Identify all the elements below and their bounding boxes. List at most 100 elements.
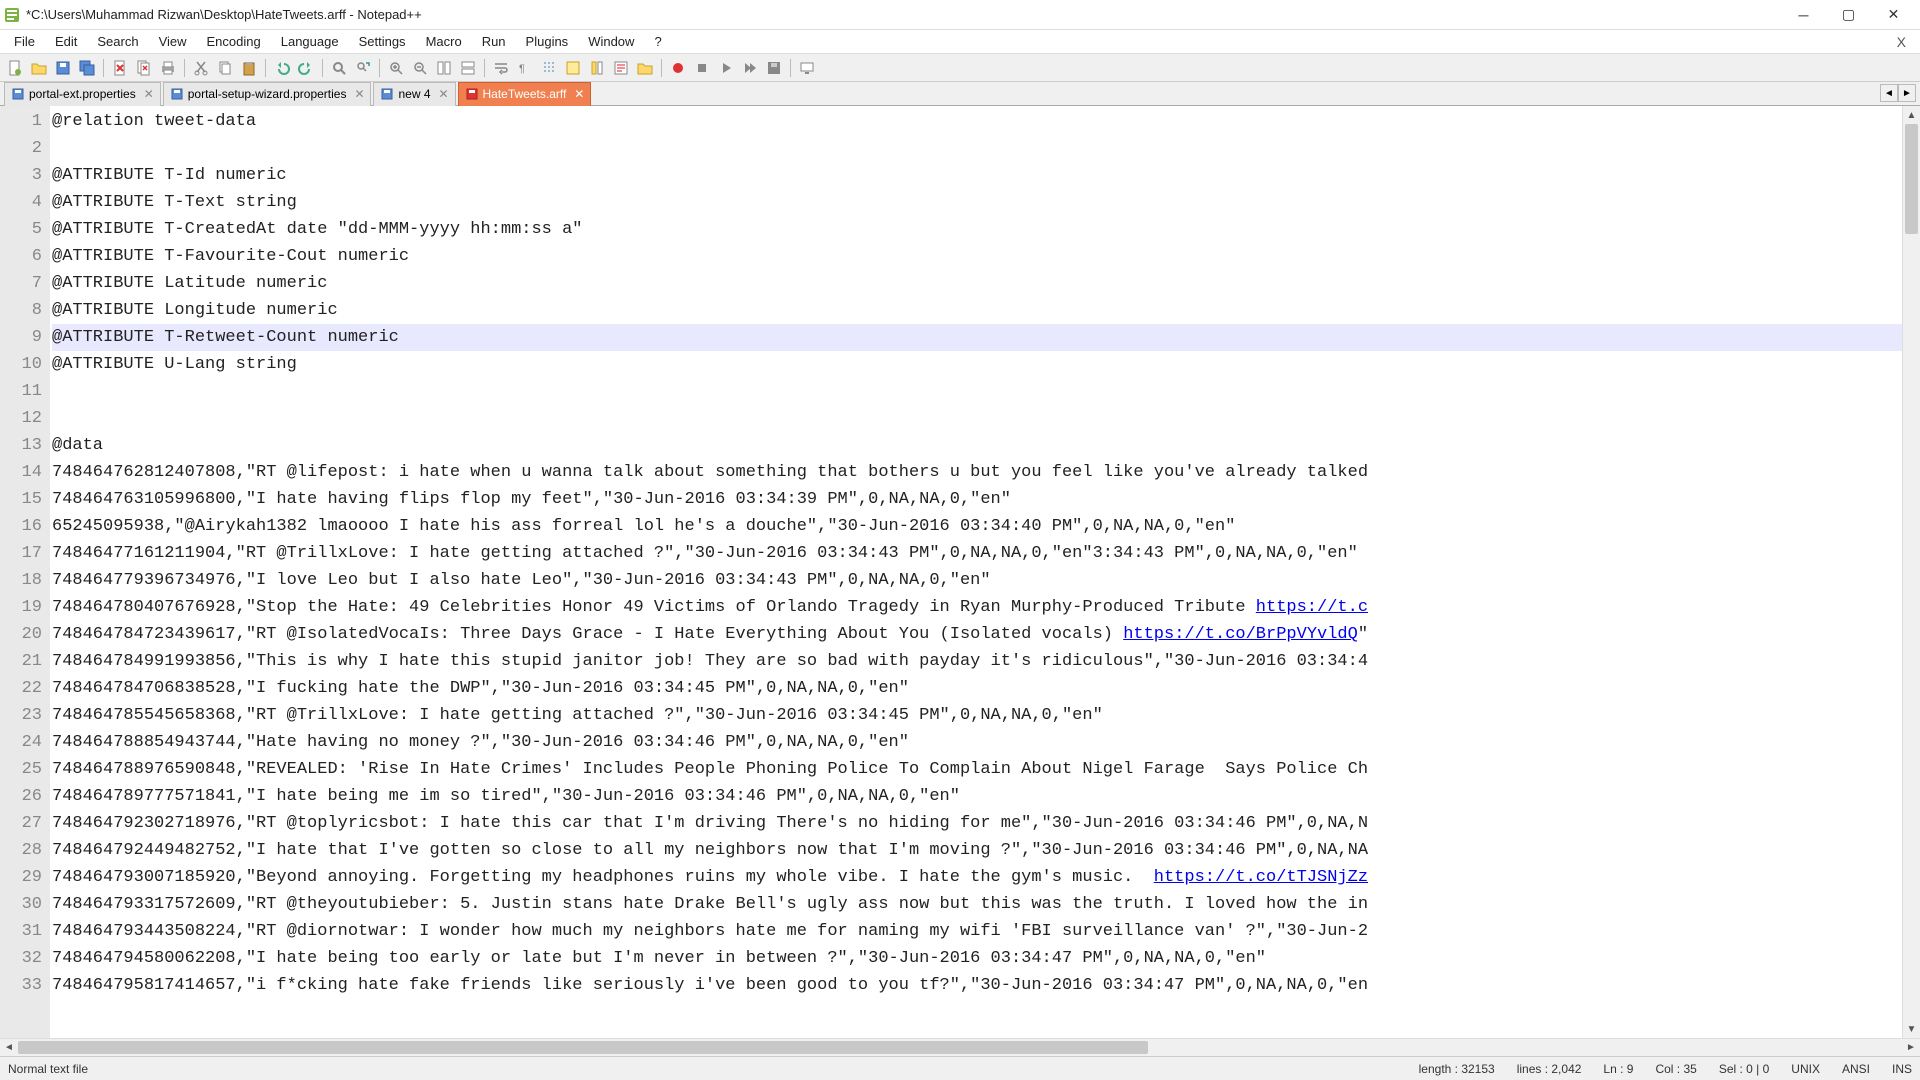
menu-[interactable]: ? [644,32,671,51]
replace-button[interactable] [352,57,374,79]
tab-close-button[interactable]: ✕ [572,87,586,101]
code-line[interactable]: @ATTRIBUTE T-Favourite-Cout numeric [52,243,1902,270]
tab-portal-ext-properties[interactable]: portal-ext.properties✕ [4,82,161,106]
close-all-button[interactable] [133,57,155,79]
menu-view[interactable]: View [149,32,197,51]
url-link[interactable]: https://t.c [1256,598,1368,617]
code-line[interactable]: 748464762812407808,"RT @lifepost: i hate… [52,459,1902,486]
code-line[interactable] [52,135,1902,162]
stop-macro-button[interactable] [691,57,713,79]
zoom-out-button[interactable] [409,57,431,79]
code-line[interactable]: 748464793317572609,"RT @theyoutubieber: … [52,891,1902,918]
close-file-button[interactable] [109,57,131,79]
code-line[interactable]: 748464792302718976,"RT @toplyricsbot: I … [52,810,1902,837]
scroll-up-arrow[interactable]: ▲ [1903,106,1920,124]
tab-close-button[interactable]: ✕ [437,87,451,101]
menu-close-x[interactable]: X [1887,32,1916,52]
code-line[interactable]: 65245095938,"@Airykah1382 lmaoooo I hate… [52,513,1902,540]
undo-button[interactable] [271,57,293,79]
menu-edit[interactable]: Edit [45,32,87,51]
code-line[interactable]: @ATTRIBUTE T-Retweet-Count numeric [52,324,1902,351]
record-macro-button[interactable] [667,57,689,79]
save-button[interactable] [52,57,74,79]
code-line[interactable]: @ATTRIBUTE U-Lang string [52,351,1902,378]
code-line[interactable]: 748464792449482752,"I hate that I've got… [52,837,1902,864]
save-all-button[interactable] [76,57,98,79]
menu-language[interactable]: Language [271,32,349,51]
doc-map-button[interactable] [586,57,608,79]
tab-hatetweets-arff[interactable]: HateTweets.arff✕ [458,82,592,106]
code-line[interactable]: 748464784706838528,"I fucking hate the D… [52,675,1902,702]
menu-search[interactable]: Search [87,32,148,51]
find-button[interactable] [328,57,350,79]
scroll-left-arrow[interactable]: ◄ [0,1039,18,1057]
code-line[interactable]: 748464793007185920,"Beyond annoying. For… [52,864,1902,891]
redo-button[interactable] [295,57,317,79]
folder-workspace-button[interactable] [634,57,656,79]
code-line[interactable]: 748464788854943744,"Hate having no money… [52,729,1902,756]
url-link[interactable]: https://t.co/BrPpVYvldQ [1123,625,1358,644]
code-line[interactable]: @ATTRIBUTE T-CreatedAt date "dd-MMM-yyyy… [52,216,1902,243]
code-line[interactable]: @ATTRIBUTE Longitude numeric [52,297,1902,324]
code-line[interactable]: 748464763105996800,"I hate having flips … [52,486,1902,513]
print-button[interactable] [157,57,179,79]
play-multi-button[interactable] [739,57,761,79]
wordwrap-button[interactable] [490,57,512,79]
indent-guide-button[interactable] [538,57,560,79]
code-line[interactable] [52,378,1902,405]
vertical-scrollbar[interactable]: ▲ ▼ [1902,106,1920,1038]
code-line[interactable]: 748464794580062208,"I hate being too ear… [52,945,1902,972]
minimize-button[interactable]: ─ [1781,1,1826,29]
code-editor[interactable]: @relation tweet-data @ATTRIBUTE T-Id nume… [50,106,1902,1038]
code-line[interactable]: 748464795817414657,"i f*cking hate fake … [52,972,1902,999]
menu-plugins[interactable]: Plugins [516,32,579,51]
tab-new-4[interactable]: new 4✕ [373,82,455,106]
zoom-in-button[interactable] [385,57,407,79]
monitor-button[interactable] [796,57,818,79]
hscroll-thumb[interactable] [18,1041,1148,1054]
code-line[interactable]: @ATTRIBUTE Latitude numeric [52,270,1902,297]
code-line[interactable]: 748464785545658368,"RT @TrillxLove: I ha… [52,702,1902,729]
menu-file[interactable]: File [4,32,45,51]
menu-window[interactable]: Window [578,32,644,51]
cut-button[interactable] [190,57,212,79]
tab-scroll-right[interactable]: ► [1898,84,1916,102]
menu-run[interactable]: Run [472,32,516,51]
maximize-button[interactable]: ▢ [1826,1,1871,29]
code-line[interactable]: 748464789777571841,"I hate being me im s… [52,783,1902,810]
sync-vscroll-button[interactable] [433,57,455,79]
user-lang-button[interactable] [562,57,584,79]
copy-button[interactable] [214,57,236,79]
open-file-button[interactable] [28,57,50,79]
tab-close-button[interactable]: ✕ [142,87,156,101]
code-line[interactable]: @relation tweet-data [52,108,1902,135]
code-line[interactable]: 748464784991993856,"This is why I hate t… [52,648,1902,675]
vscroll-thumb[interactable] [1905,124,1918,234]
horizontal-scrollbar[interactable]: ◄ ► [0,1038,1920,1056]
sync-hscroll-button[interactable] [457,57,479,79]
code-line[interactable]: @ATTRIBUTE T-Text string [52,189,1902,216]
url-link[interactable]: https://t.co/tTJSNjZz [1154,868,1368,887]
func-list-button[interactable] [610,57,632,79]
save-macro-button[interactable] [763,57,785,79]
code-line[interactable]: 74846477161211904,"RT @TrillxLove: I hat… [52,540,1902,567]
tab-portal-setup-wizard-properties[interactable]: portal-setup-wizard.properties✕ [163,82,372,106]
code-line[interactable]: 748464788976590848,"REVEALED: 'Rise In H… [52,756,1902,783]
show-all-chars-button[interactable]: ¶ [514,57,536,79]
code-line[interactable] [52,405,1902,432]
tab-scroll-left[interactable]: ◄ [1880,84,1898,102]
code-line[interactable]: 748464793443508224,"RT @diornotwar: I wo… [52,918,1902,945]
code-line[interactable]: @data [52,432,1902,459]
scroll-right-arrow[interactable]: ► [1902,1039,1920,1057]
menu-macro[interactable]: Macro [416,32,472,51]
menu-encoding[interactable]: Encoding [197,32,271,51]
menu-settings[interactable]: Settings [349,32,416,51]
new-file-button[interactable] [4,57,26,79]
tab-close-button[interactable]: ✕ [352,87,366,101]
paste-button[interactable] [238,57,260,79]
code-line[interactable]: @ATTRIBUTE T-Id numeric [52,162,1902,189]
code-line[interactable]: 748464784723439617,"RT @IsolatedVocaIs: … [52,621,1902,648]
play-macro-button[interactable] [715,57,737,79]
code-line[interactable]: 748464779396734976,"I love Leo but I als… [52,567,1902,594]
close-button[interactable]: ✕ [1871,1,1916,29]
